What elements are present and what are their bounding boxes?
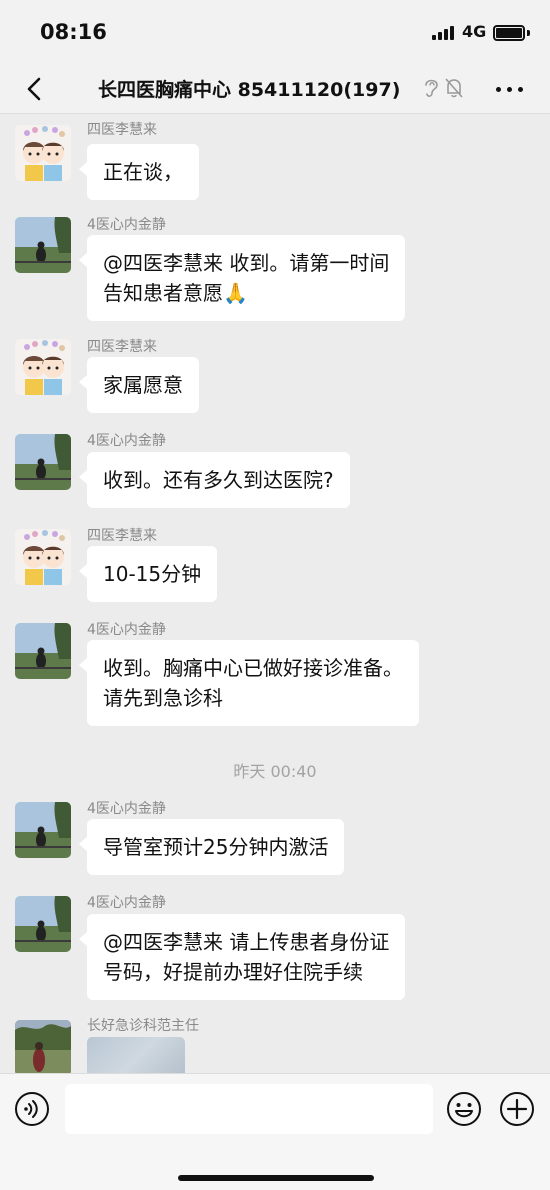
plus-icon [500,1092,534,1126]
network-label: 4G [462,22,487,41]
message-bubble[interactable]: 导管室预计25分钟内激活 [78,819,345,875]
chat-header: 长四医胸痛中心 85411120(197) [0,64,550,114]
more-actions-button[interactable] [499,1091,535,1127]
message-bubble[interactable]: 家属愿意 [79,357,199,413]
message-bubble[interactable]: 收到。还有多久到达医院? [79,452,350,508]
avatar[interactable] [15,802,71,858]
signal-icon [432,26,456,40]
message-bubble[interactable]: 正在谈， [79,144,199,200]
sender-name: 4医心内金静 [87,895,166,911]
sender-name: 四医李慧来 [87,528,157,544]
chat-timestamp: 昨天 00:40 [233,762,317,781]
avatar[interactable] [15,434,71,490]
bell-off-icon [445,78,463,98]
cartoon-couple-avatar [15,529,71,585]
voice-icon [15,1092,49,1126]
avatar[interactable] [15,529,71,585]
battery-icon [493,25,525,41]
sender-name: 四医李慧来 [87,122,157,138]
ear-icon [425,79,438,97]
sender-name: 4医心内金静 [87,433,166,449]
input-bar [0,1073,550,1190]
avatar[interactable] [15,125,71,181]
message-text: 导管室预计25分钟内激活 [103,835,329,859]
message-text-line: @四医李慧来 请上传患者身份证 [103,930,390,954]
message-bubble[interactable]: @四医李慧来 收到。请第一时间 告知患者意愿🙏 [78,235,406,321]
emoji-icon [447,1092,481,1126]
scenery-avatar [15,802,71,858]
message-bubble[interactable]: 10-15分钟 [78,546,218,602]
message-text: 收到。还有多久到达医院? [103,468,334,492]
message-text: 正在谈， [103,160,183,184]
sender-name: 长好急诊科范主任 [87,1018,199,1034]
back-button[interactable] [20,74,50,104]
message-text-line: 号码，好提前办理好住院手续 [103,960,363,984]
scenery-avatar [15,896,71,952]
message-text: 10-15分钟 [103,562,202,586]
avatar[interactable] [15,623,71,679]
cartoon-couple-avatar [15,339,71,395]
avatar[interactable] [15,339,71,395]
message-text-line: 告知患者意愿🙏 [103,281,248,305]
emoji-button[interactable] [446,1091,482,1127]
scenery-avatar [15,434,71,490]
avatar[interactable] [15,896,71,952]
status-bar: 08:16 4G [0,0,550,64]
home-indicator[interactable] [178,1175,374,1181]
battery-cap [527,30,530,36]
message-text-line: 收到。胸痛中心已做好接诊准备。 [103,656,403,680]
chevron-left-icon [27,77,41,101]
chat-message-list[interactable]: 四医李慧来 正在谈， 4医心内金静 @四医李慧来 收到。请第一时间 告知患者意愿… [0,115,550,1073]
message-text: 家属愿意 [103,373,183,397]
avatar[interactable] [15,217,71,273]
voice-button[interactable] [14,1091,50,1127]
message-input[interactable] [65,1084,433,1134]
avatar[interactable] [15,1020,71,1073]
cartoon-couple-avatar [15,125,71,181]
sender-name: 4医心内金静 [87,217,166,233]
scenery-avatar [15,217,71,273]
sender-name: 4医心内金静 [87,801,166,817]
more-button[interactable] [490,76,530,102]
message-bubble[interactable]: @四医李慧来 请上传患者身份证 号码，好提前办理好住院手续 [78,914,406,1000]
more-icon [496,87,501,92]
chat-title: 长四医胸痛中心 85411120(197) [98,79,401,101]
message-text-line: 请先到急诊科 [103,686,223,710]
sender-name: 4医心内金静 [87,622,166,638]
image-attachment[interactable] [87,1037,185,1073]
message-text-line: @四医李慧来 收到。请第一时间 [103,251,390,275]
message-bubble[interactable]: 收到。胸痛中心已做好接诊准备。 请先到急诊科 [79,640,419,726]
status-time: 08:16 [40,20,107,44]
group-status-icons [422,76,466,100]
person-outdoor-avatar [15,1020,71,1073]
scenery-avatar [15,623,71,679]
sender-name: 四医李慧来 [87,339,157,355]
